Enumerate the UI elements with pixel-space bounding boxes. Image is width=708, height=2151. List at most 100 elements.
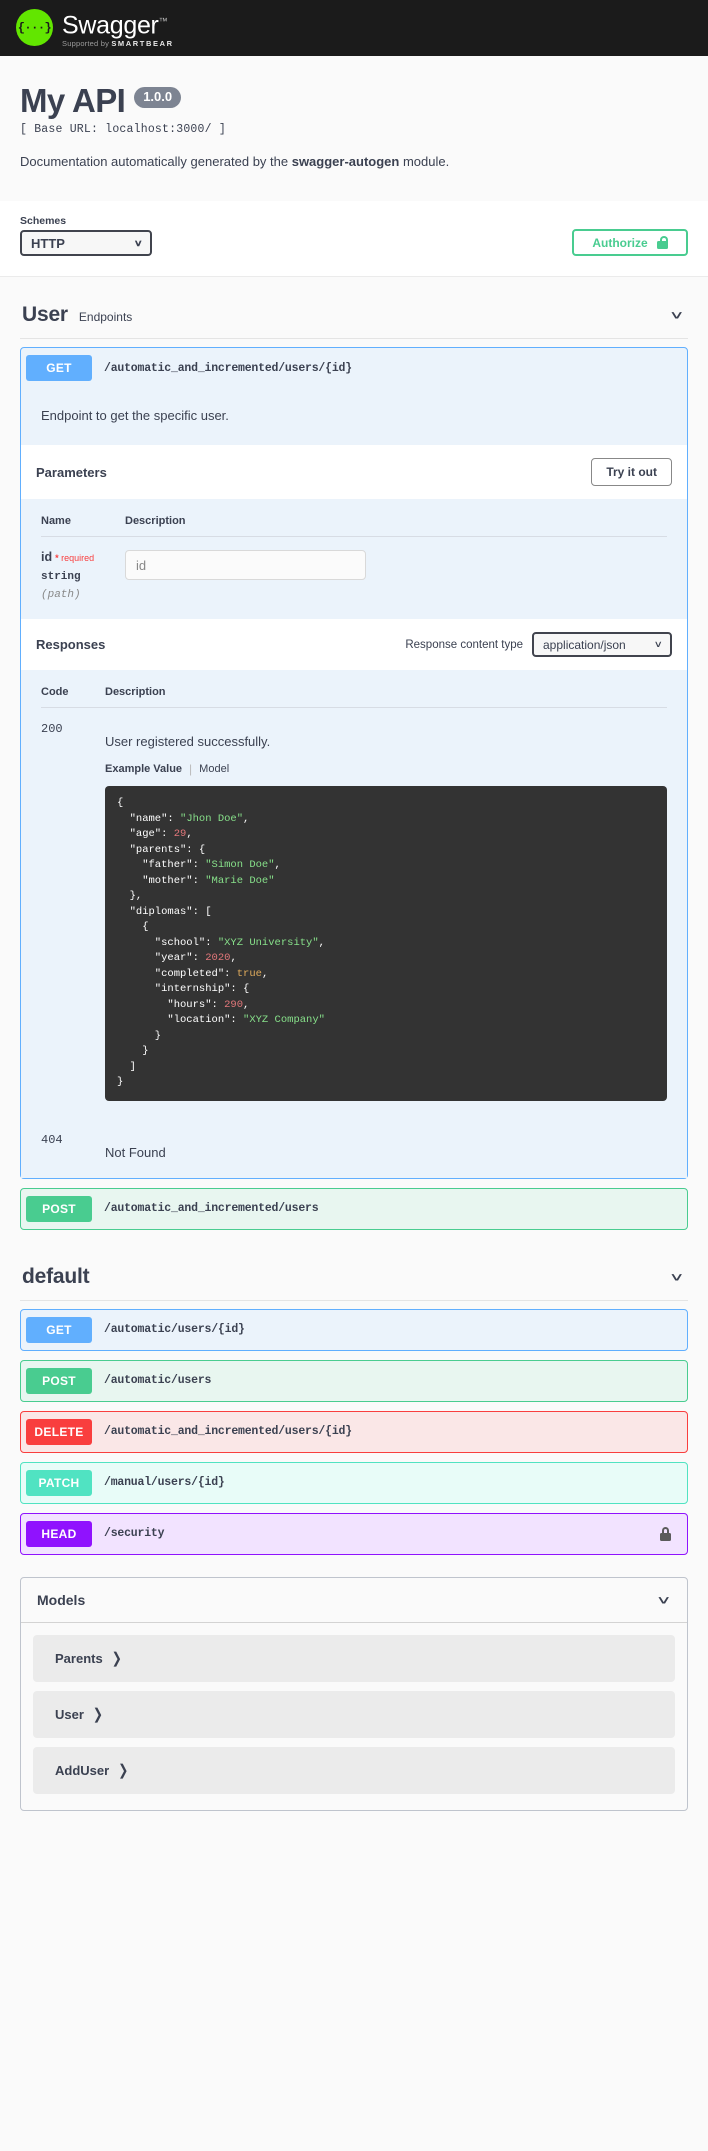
operation-head-security[interactable]: HEAD /security	[20, 1512, 688, 1555]
operation-post-automatic-users[interactable]: POST /automatic/users	[20, 1359, 688, 1402]
content-type-group: Response content type application/json ∨	[405, 632, 672, 657]
tag-header-left: default	[22, 1265, 90, 1289]
json-token: ,	[230, 952, 237, 964]
chevron-down-icon[interactable]: ∨	[656, 1593, 672, 1607]
trademark: ™	[158, 15, 168, 26]
list-item[interactable]: AddUser ❯	[33, 1746, 675, 1794]
operation-summary[interactable]: POST /automatic/users	[21, 1361, 687, 1401]
http-verb-badge: GET	[26, 355, 92, 381]
swagger-logo[interactable]: {···} Swagger™ Supported by SMARTBEAR	[16, 7, 174, 49]
column-header-name: Name	[41, 515, 71, 527]
table-row: id * required string (path)	[41, 537, 667, 619]
operation-summary[interactable]: HEAD /security	[21, 1514, 687, 1554]
swagger-ui-page: {···} Swagger™ Supported by SMARTBEAR My…	[0, 0, 708, 1811]
tab-model[interactable]: Model	[199, 763, 229, 775]
tag-header-default[interactable]: default ∨	[20, 1239, 688, 1301]
operation-get-user-by-id: GET /automatic_and_incremented/users/{id…	[20, 347, 688, 1179]
response-code: 404	[41, 1132, 63, 1147]
operation-summary[interactable]: GET /automatic/users/{id}	[21, 1310, 687, 1350]
operation-summary[interactable]: GET /automatic_and_incremented/users/{id…	[21, 348, 687, 388]
operation-delete-user-by-id[interactable]: DELETE /automatic_and_incremented/users/…	[20, 1410, 688, 1453]
operation-path: /automatic_and_incremented/users	[104, 1202, 319, 1215]
lock-closed-icon[interactable]	[660, 1526, 671, 1541]
parameter-type: string	[41, 571, 81, 583]
response-content-type-select[interactable]: application/json ∨	[532, 632, 672, 657]
topbar: {···} Swagger™ Supported by SMARTBEAR	[0, 0, 708, 56]
parameters-title: Parameters	[36, 464, 107, 480]
response-code: 200	[41, 722, 63, 736]
models-list: Parents ❯ User ❯ AddUser ❯	[21, 1623, 687, 1810]
chevron-right-icon[interactable]: ❯	[93, 1705, 103, 1723]
json-token: }	[117, 1076, 124, 1088]
tab-divider: |	[189, 762, 193, 776]
json-token: "location":	[117, 1014, 244, 1026]
chevron-down-icon: ∨	[654, 639, 664, 649]
base-url: [ Base URL: localhost:3000/ ]	[20, 123, 226, 136]
http-verb-badge: POST	[26, 1195, 92, 1222]
json-token: "hours":	[117, 998, 225, 1011]
json-token: "age":	[117, 828, 174, 840]
authorize-button[interactable]: Authorize	[572, 229, 688, 256]
operation-post-users[interactable]: POST /automatic_and_incremented/users	[20, 1187, 688, 1230]
lock-open-icon	[656, 236, 668, 249]
id-input[interactable]	[125, 550, 366, 580]
tag-name: User	[22, 303, 68, 326]
parameter-name: id	[41, 550, 53, 564]
list-item[interactable]: Parents ❯	[33, 1634, 675, 1682]
api-description: Documentation automatically generated by…	[20, 154, 450, 169]
version-badge: 1.0.0	[134, 87, 182, 108]
json-token: "completed":	[117, 967, 237, 980]
json-token: "Simon Doe"	[205, 859, 275, 871]
table-row: 404 Not Found	[41, 1119, 667, 1178]
schemes-group: Schemes HTTP ∨	[20, 215, 152, 256]
page-title: My API	[20, 82, 126, 119]
chevron-right-icon[interactable]: ❯	[118, 1761, 128, 1779]
operation-path: /automatic/users	[104, 1374, 212, 1387]
table-row: 200 User registered successfully. Exampl…	[41, 708, 667, 1119]
tab-example-value[interactable]: Example Value	[105, 763, 182, 775]
http-verb-badge: PATCH	[26, 1469, 92, 1496]
example-model-tabs: Example Value | Model	[105, 762, 667, 776]
http-verb-badge: DELETE	[26, 1418, 92, 1445]
supported-by-line: Supported by SMARTBEAR	[62, 39, 174, 49]
brand-name: Swagger™	[62, 11, 168, 40]
parameter-input-cell	[125, 550, 366, 601]
json-token: ,	[274, 859, 281, 871]
example-value-code-block[interactable]: { "name": "Jhon Doe", "age": 29, "parent…	[105, 786, 667, 1101]
models-section: Models ∨ Parents ❯ User ❯ AddUser ❯	[20, 1576, 688, 1811]
json-token: }	[117, 1045, 149, 1057]
operation-patch-manual-user[interactable]: PATCH /manual/users/{id}	[20, 1461, 688, 1504]
operation-summary[interactable]: POST /automatic_and_incremented/users	[21, 1189, 687, 1229]
parameters-table: Name Description id * required string (p…	[21, 499, 687, 619]
json-token: {	[117, 797, 124, 809]
schemes-selected-value: HTTP	[31, 235, 65, 251]
json-token: "father":	[117, 859, 206, 871]
models-header[interactable]: Models ∨	[21, 1578, 687, 1623]
models-title: Models	[37, 1591, 86, 1608]
json-token: ,	[261, 967, 269, 980]
list-item[interactable]: User ❯	[33, 1690, 675, 1738]
operation-summary[interactable]: DELETE /automatic_and_incremented/users/…	[21, 1412, 687, 1452]
column-header-description: Description	[105, 686, 166, 698]
authorize-label: Authorize	[592, 235, 648, 250]
chevron-down-icon[interactable]: ∨	[669, 308, 685, 322]
json-token: "XYZ Company"	[243, 1014, 325, 1026]
json-token: },	[117, 890, 143, 902]
responses-table: Code Description 200 User registered suc…	[21, 670, 687, 1178]
try-it-out-button[interactable]: Try it out	[591, 458, 672, 486]
tag-header-user[interactable]: User Endpoints ∨	[20, 277, 688, 339]
schemes-select[interactable]: HTTP ∨	[20, 230, 152, 256]
operation-summary[interactable]: PATCH /manual/users/{id}	[21, 1463, 687, 1503]
http-verb-badge: POST	[26, 1367, 92, 1394]
http-verb-badge: HEAD	[26, 1520, 92, 1547]
json-token: ]	[117, 1060, 136, 1073]
model-name: AddUser	[55, 1762, 110, 1778]
json-token: "mother":	[117, 874, 206, 887]
chevron-right-icon[interactable]: ❯	[112, 1649, 122, 1667]
operation-get-automatic-user-by-id[interactable]: GET /automatic/users/{id}	[20, 1308, 688, 1351]
json-token: true	[236, 967, 262, 980]
json-token: 29	[173, 828, 187, 840]
operation-path: /automatic/users/{id}	[104, 1323, 245, 1336]
chevron-down-icon[interactable]: ∨	[669, 1270, 685, 1284]
tag-section-user: User Endpoints ∨ GET /automatic_and_incr…	[0, 277, 708, 1230]
